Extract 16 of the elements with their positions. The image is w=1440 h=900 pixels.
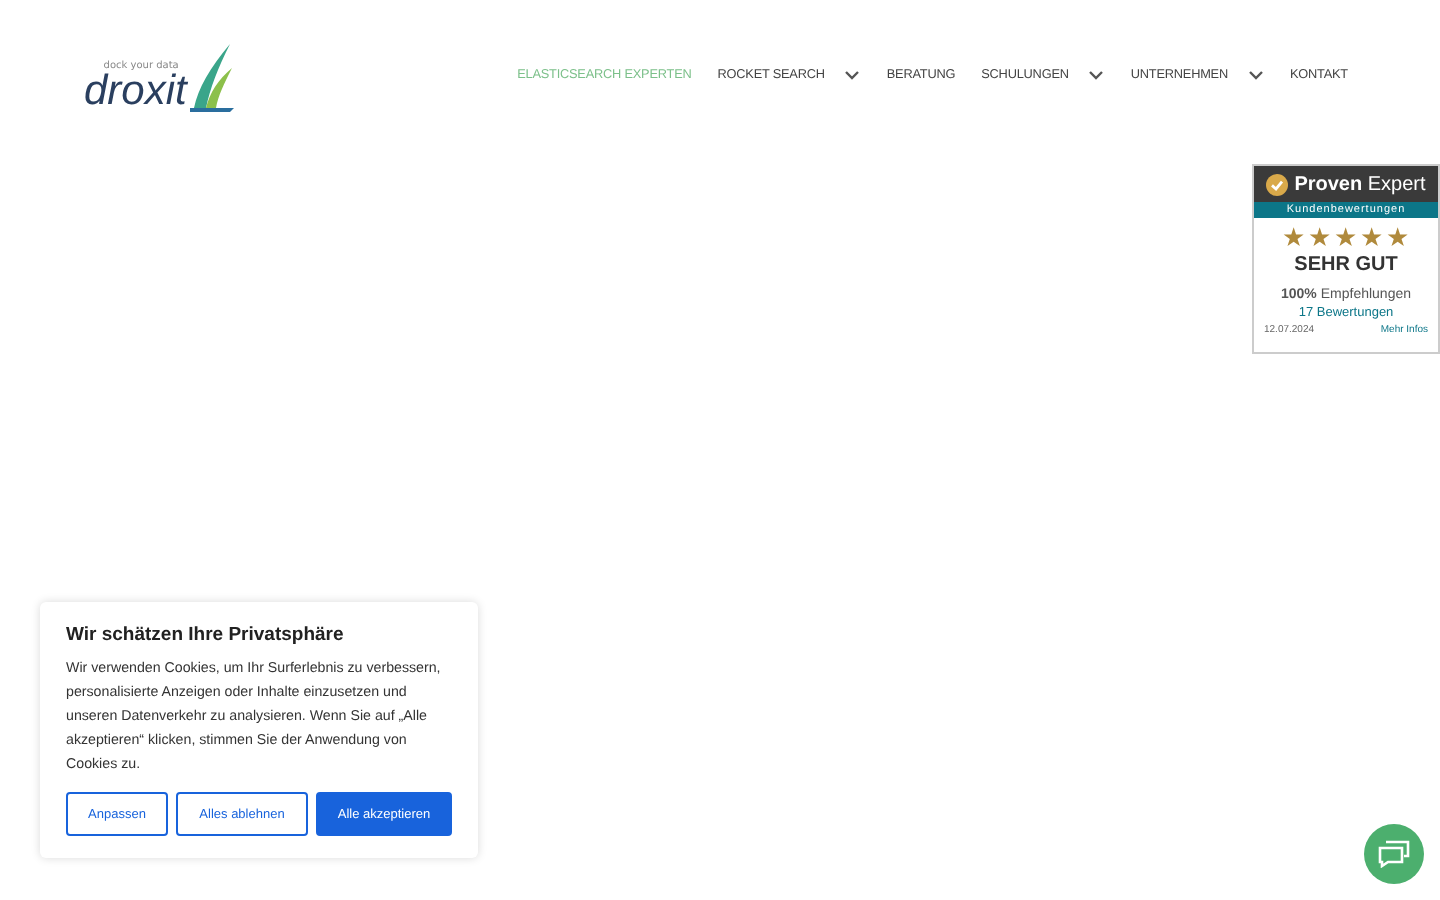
chat-icon [1378, 840, 1410, 868]
logo-wordmark[interactable]: droxit [84, 72, 187, 112]
caret-icon[interactable] [1247, 70, 1264, 80]
badge-grade: SEHR GUT [1294, 254, 1398, 276]
badge-brand: Proven Expert [1294, 173, 1426, 195]
star-icon: ★ [1282, 224, 1306, 252]
star-icon: ★ [1308, 224, 1332, 252]
cookie-title: Wir schätzen Ihre Privatsphäre [66, 624, 346, 646]
leaf-logo-icon [190, 40, 235, 112]
caret-icon[interactable] [1088, 70, 1105, 80]
star-icon: ★ [1360, 224, 1384, 252]
star-icon: ★ [1386, 224, 1410, 252]
caret-icon[interactable] [844, 70, 861, 80]
star-icon: ★ [1334, 224, 1358, 252]
chat-button[interactable] [1364, 824, 1424, 884]
check-icon [1266, 173, 1289, 195]
